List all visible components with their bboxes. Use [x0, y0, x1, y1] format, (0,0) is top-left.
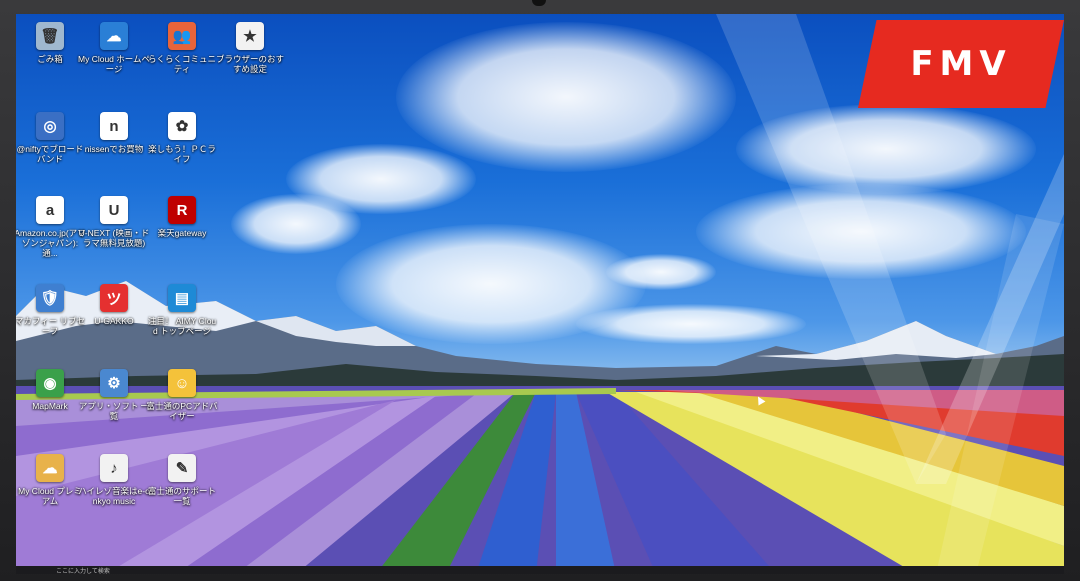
security-icon: 🛡 — [36, 284, 64, 312]
advisor-icon: ☺ — [168, 369, 196, 397]
desktop-icon[interactable]: ☺ 富士通のPCアドバイザー — [146, 369, 218, 421]
desktop-icon[interactable]: ☁ My Cloud プレミアム — [16, 454, 86, 506]
nissen-icon: n — [100, 112, 128, 140]
fmv-logo-text: FMV — [910, 44, 1012, 84]
desktop-icon-label: nissenでお買物 — [84, 144, 144, 154]
cloud — [231, 194, 361, 254]
support-icon: ✎ — [168, 454, 196, 482]
desktop-icon[interactable]: a Amazon.co.jp(アマゾンジャパン): 通... — [16, 196, 86, 258]
fmv-logo: FMV — [858, 20, 1064, 108]
desktop-icon[interactable]: ⚙ アプリ・ソフト 一覧 — [78, 369, 150, 421]
desktop-icon[interactable]: 👥 らくらくコミュニティ — [146, 22, 218, 74]
desktop-icon-label: Amazon.co.jp(アマゾンジャパン): 通... — [16, 228, 86, 258]
desktop-icon-label: らくらくコミュニティ — [147, 54, 216, 74]
desktop-icon[interactable]: ▤ 注目！ AIMY Cloud トップページ — [146, 284, 218, 336]
unext-icon: U — [100, 196, 128, 224]
cloud-premium-icon: ☁ — [36, 454, 64, 482]
desktop-icon-label: アプリ・ソフト 一覧 — [78, 401, 150, 421]
aimy-cloud-icon: ▤ — [168, 284, 196, 312]
desktop-icon[interactable]: U U-NEXT (映画・ドラマ無料見放題) — [78, 196, 150, 248]
rakuten-icon: R — [168, 196, 196, 224]
desktop-icon-label: U-GAKKO — [94, 316, 134, 326]
desktop-icon-label: ブラウザーのおすすめ設定 — [215, 54, 284, 74]
desktop-icon[interactable]: ✿ 楽しもう！ＰＣライフ — [146, 112, 218, 164]
community-icon: 👥 — [168, 22, 196, 50]
desktop-icon[interactable]: 🛡 マカフィー リブセーフ — [16, 284, 86, 336]
cloud — [736, 104, 1036, 194]
desktop-icon-label: ハイレゾ音楽はe-onkyo music — [78, 486, 150, 506]
ugakko-icon: ツ — [100, 284, 128, 312]
desktop-icon-label: My Cloud ホームページ — [78, 54, 151, 74]
cloud — [396, 22, 736, 172]
desktop-icon[interactable]: 🗑 ごみ箱 — [16, 22, 86, 64]
desktop-icon-label: 楽天gateway — [157, 228, 207, 238]
apps-icon: ⚙ — [100, 369, 128, 397]
desktop-icon[interactable]: ☁ My Cloud ホームページ — [78, 22, 150, 74]
nifty-icon: ◎ — [36, 112, 64, 140]
desktop-icon[interactable]: n nissenでお買物 — [78, 112, 150, 154]
desktop-icon[interactable]: R 楽天gateway — [146, 196, 218, 238]
desktop-icon-label: 富士通のPCアドバイザー — [146, 401, 218, 421]
desktop-icon-label: My Cloud プレミアム — [18, 486, 82, 506]
taskbar[interactable]: ここに入力して検索 — [16, 566, 1064, 574]
desktop-screen: FMV 🗑 ごみ箱 ☁ My Cloud ホームページ 👥 らくらくコミュニティ ★ ブラウザ… — [16, 14, 1064, 574]
cloud — [696, 184, 1026, 279]
browser-settings-icon: ★ — [236, 22, 264, 50]
desktop-icon[interactable]: ◎ @niftyでブロードバンド — [16, 112, 86, 164]
desktop-icon[interactable]: ♪ ハイレゾ音楽はe-onkyo music — [78, 454, 150, 506]
pc-life-icon: ✿ — [168, 112, 196, 140]
recycle-bin-icon: 🗑 — [36, 22, 64, 50]
desktop-icon-label: 楽しもう！ＰＣライフ — [148, 144, 216, 164]
desktop-icon[interactable]: ✎ 富士通のサポート一覧 — [146, 454, 218, 506]
desktop-icon-label: @niftyでブロードバンド — [16, 144, 84, 164]
desktop-icon[interactable]: ◉ MapMark — [16, 369, 86, 411]
desktop-icon-label: ごみ箱 — [37, 54, 63, 64]
music-icon: ♪ — [100, 454, 128, 482]
desktop-icon[interactable]: ★ ブラウザーのおすすめ設定 — [214, 22, 286, 74]
amazon-icon: a — [36, 196, 64, 224]
desktop-icon-label: 注目！ AIMY Cloud トップページ — [147, 316, 217, 336]
taskbar-search[interactable]: ここに入力して検索 — [56, 566, 110, 574]
desktop-icon[interactable]: ツ U-GAKKO — [78, 284, 150, 326]
desktop-icon-label: マカフィー リブセーフ — [16, 316, 86, 336]
desktop-icon-label: U-NEXT (映画・ドラマ無料見放題) — [78, 228, 150, 248]
desktop-icon-label: 富士通のサポート一覧 — [147, 486, 216, 506]
desktop-icon-label: MapMark — [32, 401, 68, 411]
cloud-icon: ☁ — [100, 22, 128, 50]
map-icon: ◉ — [36, 369, 64, 397]
